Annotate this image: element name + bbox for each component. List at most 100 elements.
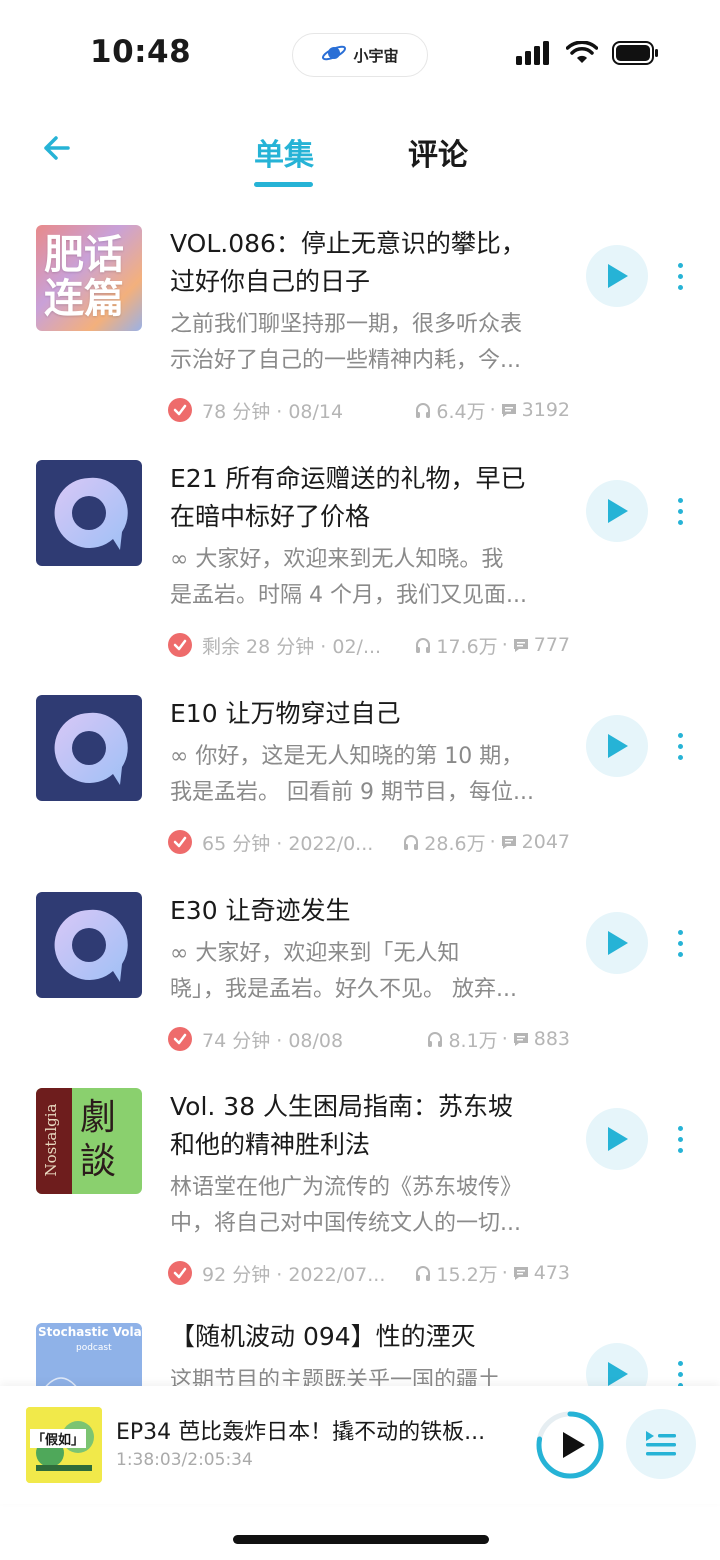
episode-meta: 65 分钟 · 2022/0... 28.6万 · 2047 (168, 827, 570, 857)
episode-cover (36, 695, 142, 801)
episode-more-button[interactable] (668, 256, 692, 296)
episode-title-line: Vol. 38 人生困局指南：苏东坡 (170, 1092, 514, 1121)
separator-dot: · (501, 1028, 508, 1050)
app-indicator-pill[interactable]: 小宇宙 (292, 33, 428, 77)
played-check-icon (168, 398, 192, 422)
speech-bubble-logo-icon (54, 712, 128, 785)
listen-count: 8.1万 (448, 1029, 498, 1052)
episode-more-button[interactable] (668, 726, 692, 766)
comment-count: 883 (533, 1028, 570, 1050)
episode-title: E21 所有命运赠送的礼物，早已 在暗中标好了价格 (170, 460, 570, 536)
episode-description-line: 林语堂在他广为流传的《苏东坡传》 (170, 1175, 523, 1200)
episode-play-button[interactable] (586, 480, 648, 542)
episode-description: 这期节目的主题既关乎一国的疆土 (170, 1363, 570, 1386)
episode-title-line: 过好你自己的日子 (170, 267, 371, 296)
played-check-icon (168, 633, 192, 657)
comment-icon (501, 404, 516, 417)
episode-duration-date: 65 分钟 · 2022/0... (202, 832, 374, 855)
episode-play-button[interactable] (586, 715, 648, 777)
episode-header: 单集 评论 (0, 100, 720, 190)
play-icon (563, 1432, 585, 1458)
speech-bubble-logo-icon (54, 909, 128, 982)
speech-bubble-logo-icon (54, 477, 128, 550)
comment-count: 473 (533, 1262, 570, 1284)
episode-title-line: E30 让奇迹发生 (170, 896, 351, 925)
episode-meta: 剩余 28 分钟 · 02/... 17.6万 · 777 (168, 630, 570, 660)
episode-cover: 肥话 连篇 (36, 225, 142, 331)
listen-count: 28.6万 (424, 832, 486, 855)
back-button[interactable] (40, 132, 80, 164)
play-icon (608, 1362, 628, 1386)
episode-more-button[interactable] (668, 923, 692, 963)
comment-count: 2047 (521, 831, 570, 853)
episode-description-line: 是孟岩。时隔 4 个月，我们又见面... (170, 583, 527, 608)
cover-text-line: 连篇 (44, 276, 124, 322)
player-play-button[interactable] (533, 1408, 607, 1482)
play-icon (608, 734, 628, 758)
episode-title-line: 【随机波动 094】性的湮灭 (170, 1322, 476, 1351)
episode-title-line: E21 所有命运赠送的礼物，早已 (170, 464, 526, 493)
mini-player[interactable]: 「假如」 EP34 芭比轰炸日本！撬不动的铁板... 1:38:03/2:05:… (0, 1386, 720, 1504)
episode-stats: 6.4万 · 3192 (414, 397, 570, 424)
episode-play-button[interactable] (586, 1108, 648, 1170)
player-cover: 「假如」 (26, 1407, 102, 1483)
played-check-icon (168, 830, 192, 854)
listen-count: 15.2万 (436, 1263, 498, 1286)
episode-description: ∞ 大家好，欢迎来到「无人知 晓」，我是孟岩。好久不见。 放弃... (170, 936, 570, 1008)
episode-more-button[interactable] (668, 491, 692, 531)
episode-cover: Stochastic Volatility podcast (36, 1323, 142, 1386)
cellular-signal-icon (516, 41, 552, 69)
comment-icon (501, 836, 516, 849)
episode-title-line: VOL.086：停止无意识的攀比， (170, 229, 526, 258)
episode-stats: 17.6万 · 777 (414, 632, 570, 659)
headphones-icon (416, 403, 431, 418)
episode-cover (36, 460, 142, 566)
status-bar: 10:48 小宇宙 (0, 0, 720, 100)
episode-description-line: ∞ 大家好，欢迎来到无人知晓。我 (170, 547, 504, 572)
cover-subtitle: podcast (76, 1343, 112, 1353)
episode-play-button[interactable] (586, 912, 648, 974)
separator-dot: · (489, 399, 496, 421)
played-check-icon (168, 1261, 192, 1285)
episode-play-button[interactable] (586, 245, 648, 307)
episode-item[interactable]: Stochastic Volatility podcast 【随机波动 094】… (0, 1293, 720, 1386)
status-time: 10:48 (90, 34, 192, 70)
episode-cover (36, 892, 142, 998)
episode-more-button[interactable] (668, 1354, 692, 1386)
episode-duration-date: 78 分钟 · 08/14 (202, 400, 344, 423)
episode-title-line: E10 让万物穿过自己 (170, 699, 401, 728)
play-icon (608, 264, 628, 288)
comment-count: 3192 (521, 399, 570, 421)
episode-description-line: ∞ 你好，这是无人知晓的第 10 期， (170, 744, 524, 769)
back-arrow-icon (44, 136, 70, 160)
episode-description-line: 中，将自己对中国传统文人的一切... (170, 1211, 521, 1236)
episode-description-line: 晓」，我是孟岩。好久不见。 放弃... (170, 977, 517, 1002)
episode-description: ∞ 你好，这是无人知晓的第 10 期， 我是孟岩。 回看前 9 期节目，每位..… (170, 739, 570, 811)
episode-description-line: 之前我们聊坚持那一期，很多听众表 (170, 312, 523, 337)
comment-icon (513, 1033, 528, 1046)
tab-comments[interactable]: 评论 (408, 130, 468, 174)
headphones-icon (416, 1266, 431, 1281)
episode-title: 【随机波动 094】性的湮灭 (170, 1318, 570, 1356)
comment-icon (513, 639, 528, 652)
separator-dot: · (501, 1262, 508, 1284)
player-cover-text: 「假如」 (30, 1429, 87, 1448)
listen-count: 6.4万 (436, 400, 486, 423)
tab-episodes[interactable]: 单集 (254, 130, 314, 174)
episode-description-line: ∞ 大家好，欢迎来到「无人知 (170, 941, 460, 966)
episode-title: Vol. 38 人生困局指南：苏东坡 和他的精神胜利法 (170, 1088, 570, 1164)
episode-meta: 78 分钟 · 08/14 6.4万 · 3192 (168, 395, 570, 425)
episode-description: 之前我们聊坚持那一期，很多听众表 示治好了自己的一些精神内耗，今... (170, 307, 570, 379)
episode-title: E30 让奇迹发生 (170, 892, 570, 930)
episode-description-line: 这期节目的主题既关乎一国的疆土 (170, 1368, 501, 1386)
app-name: 小宇宙 (353, 46, 399, 65)
episode-description-line: 示治好了自己的一些精神内耗，今... (170, 348, 521, 373)
episode-title: VOL.086：停止无意识的攀比， 过好你自己的日子 (170, 225, 570, 301)
playlist-queue-button[interactable] (626, 1409, 696, 1479)
episode-play-button[interactable] (586, 1343, 648, 1386)
separator-dot: · (501, 634, 508, 656)
episode-duration-date: 92 分钟 · 2022/07... (202, 1263, 386, 1286)
play-icon (608, 931, 628, 955)
episode-more-button[interactable] (668, 1119, 692, 1159)
planet-icon (321, 43, 347, 67)
